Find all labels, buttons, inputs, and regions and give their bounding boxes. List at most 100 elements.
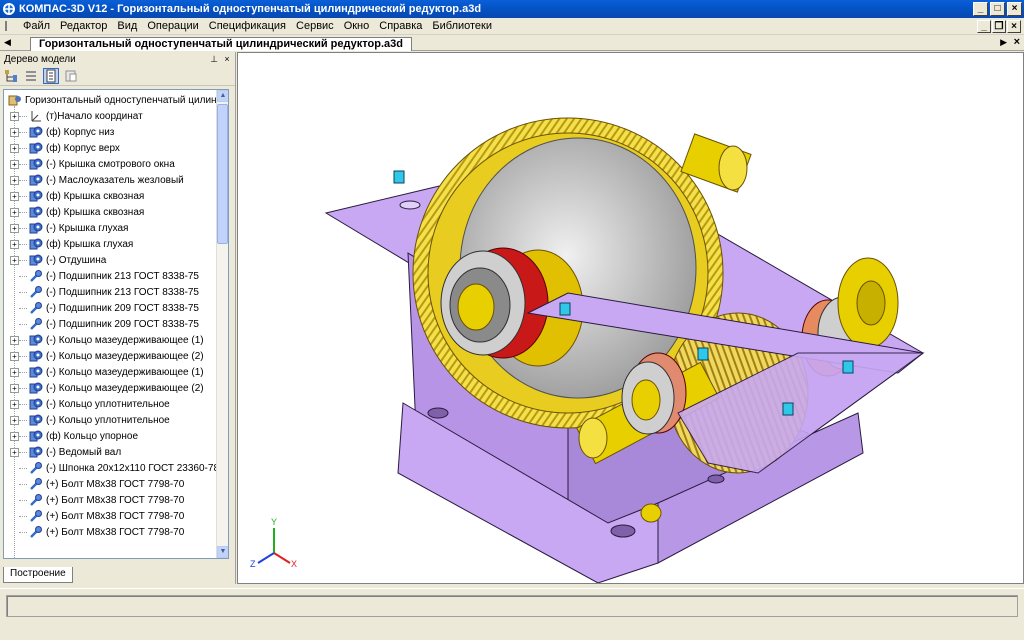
menu-specification[interactable]: Спецификация: [204, 19, 291, 34]
menu-file[interactable]: Файл: [18, 19, 55, 34]
tree-item[interactable]: + (ф) Кольцо упорное: [4, 428, 138, 444]
expand-icon[interactable]: +: [10, 447, 19, 457]
tree-item[interactable]: (-) Подшипник 213 ГОСТ 8338-75: [4, 268, 199, 284]
tree-item[interactable]: (-) Шпонка 20x12x110 ГОСТ 23360-78: [4, 460, 219, 476]
tree-item[interactable]: (+) Болт М8x38 ГОСТ 7798-70: [4, 508, 184, 524]
tree-item-label: (-) Отдушина: [46, 254, 107, 266]
tree-connector: [19, 483, 27, 485]
tree-root[interactable]: Горизонтальный одноступенчатый цилиндрич…: [6, 92, 228, 108]
part-icon: [29, 253, 43, 267]
scroll-down-icon[interactable]: ▼: [217, 546, 228, 558]
tree-item[interactable]: + (-) Крышка глухая: [4, 220, 128, 236]
tree-item[interactable]: + (ф) Крышка сквозная: [4, 188, 144, 204]
tab-document[interactable]: Горизонтальный одноступенчатый цилиндрич…: [30, 37, 412, 51]
expand-icon[interactable]: +: [10, 335, 19, 345]
tree-item[interactable]: + (ф) Крышка глухая: [4, 236, 133, 252]
tree-view-mode-icon[interactable]: [23, 68, 39, 84]
tree-structure-icon[interactable]: [3, 68, 19, 84]
tree-connector: [19, 355, 27, 357]
tree-item[interactable]: + (-) Кольцо уплотнительное: [4, 412, 170, 428]
part-icon: [29, 141, 43, 155]
tree-item[interactable]: + (ф) Корпус верх: [4, 140, 120, 156]
expand-icon[interactable]: +: [10, 239, 19, 249]
tree-scrollbar[interactable]: ▲ ▼: [216, 90, 228, 558]
tree-list-icon[interactable]: [43, 67, 59, 84]
menu-libraries[interactable]: Библиотеки: [427, 19, 497, 34]
tree-item[interactable]: (-) Подшипник 209 ГОСТ 8338-75: [4, 300, 199, 316]
tree-item[interactable]: + (-) Кольцо мазеудерживающее (2): [4, 380, 204, 396]
tree-item[interactable]: (+) Болт М8x38 ГОСТ 7798-70: [4, 476, 184, 492]
expand-icon[interactable]: +: [10, 367, 19, 377]
tree-item[interactable]: + (ф) Крышка сквозная: [4, 204, 144, 220]
expand-icon[interactable]: +: [10, 415, 19, 425]
pin-icon[interactable]: ⊥: [209, 54, 219, 65]
panel-close-icon[interactable]: ×: [222, 54, 232, 64]
part-icon: [29, 221, 43, 235]
scroll-up-icon[interactable]: ▲: [217, 90, 228, 102]
expand-icon[interactable]: +: [10, 175, 19, 185]
tree-item[interactable]: + (-) Кольцо мазеудерживающее (1): [4, 364, 204, 380]
menu-operations[interactable]: Операции: [142, 19, 203, 34]
tree-item[interactable]: + (-) Кольцо мазеудерживающее (1): [4, 332, 204, 348]
tree-item[interactable]: + (-) Отдушина: [4, 252, 106, 268]
model-tree-title: Дерево модели: [4, 53, 76, 65]
expand-icon[interactable]: +: [10, 351, 19, 361]
menu-edit[interactable]: Редактор: [55, 19, 112, 34]
assembly-icon: [8, 95, 21, 106]
tab-scroll-right-icon[interactable]: ▶: [1000, 37, 1007, 48]
expand-icon[interactable]: +: [10, 399, 19, 409]
tree-item[interactable]: + (-) Ведомый вал: [4, 444, 121, 460]
document-menu-icon[interactable]: [2, 19, 16, 33]
tree-item-label: (+) Болт М8x38 ГОСТ 7798-70: [46, 494, 185, 506]
menu-service[interactable]: Сервис: [291, 19, 339, 34]
tree-item[interactable]: (+) Болт М8x38 ГОСТ 7798-70: [4, 524, 184, 540]
standard-part-icon: [29, 509, 43, 523]
expand-icon[interactable]: +: [10, 223, 19, 233]
part-icon: [29, 333, 43, 347]
tree-item[interactable]: (-) Подшипник 213 ГОСТ 8338-75: [4, 284, 199, 300]
tab-scroll-left-icon[interactable]: ◀: [4, 37, 11, 48]
tree-connector: [19, 163, 27, 165]
tree-item[interactable]: (-) Подшипник 209 ГОСТ 8338-75: [4, 316, 199, 332]
tree-properties-icon[interactable]: [63, 68, 79, 84]
tree-item-label: (-) Маслоуказатель жезловый: [46, 174, 184, 186]
doc-minimize-button[interactable]: _: [977, 19, 991, 33]
expand-icon[interactable]: +: [10, 143, 19, 153]
scroll-thumb[interactable]: [217, 104, 228, 244]
doc-close-button[interactable]: ×: [1007, 19, 1021, 33]
expand-icon[interactable]: +: [10, 207, 19, 217]
doc-restore-button[interactable]: ❐: [992, 19, 1006, 33]
tree-connector: [19, 515, 27, 517]
part-icon: [29, 349, 43, 363]
expand-icon[interactable]: +: [10, 191, 19, 201]
maximize-button[interactable]: □: [990, 2, 1005, 16]
tree-connector: [19, 371, 27, 373]
minimize-button[interactable]: _: [973, 2, 988, 16]
tab-close-icon[interactable]: ×: [1014, 36, 1020, 48]
expand-icon[interactable]: +: [10, 383, 19, 393]
3d-viewport[interactable]: Y X Z: [237, 52, 1024, 584]
tree-item[interactable]: + (-) Маслоуказатель жезловый: [4, 172, 184, 188]
menu-view[interactable]: Вид: [112, 19, 142, 34]
expand-icon[interactable]: +: [10, 111, 19, 121]
tree-item-label: (ф) Крышка сквозная: [46, 190, 145, 202]
close-button[interactable]: ×: [1007, 2, 1022, 16]
tree-root-label: Горизонтальный одноступенчатый цилиндрич…: [25, 94, 228, 106]
tree-item[interactable]: + (ф) Корпус низ: [4, 124, 114, 140]
tree-connector: [19, 323, 27, 325]
tab-construction[interactable]: Построение: [3, 567, 73, 583]
menu-window[interactable]: Окно: [339, 19, 375, 34]
window-title: КОМПАС-3D V12 - Горизонтальный одноступе…: [19, 3, 482, 15]
tree-item-label: (ф) Крышка глухая: [46, 238, 134, 250]
tree-item[interactable]: + (т)Начало координат: [4, 108, 143, 124]
menu-help[interactable]: Справка: [374, 19, 427, 34]
tree-item[interactable]: + (-) Крышка смотрового окна: [4, 156, 175, 172]
expand-icon[interactable]: +: [10, 127, 19, 137]
expand-icon[interactable]: +: [10, 431, 19, 441]
tree-item[interactable]: + (-) Кольцо уплотнительное: [4, 396, 170, 412]
tree-item[interactable]: (+) Болт М8x38 ГОСТ 7798-70: [4, 492, 184, 508]
tree-connector: [19, 291, 27, 293]
tree-item[interactable]: + (-) Кольцо мазеудерживающее (2): [4, 348, 204, 364]
expand-icon[interactable]: +: [10, 159, 19, 169]
expand-icon[interactable]: +: [10, 255, 19, 265]
